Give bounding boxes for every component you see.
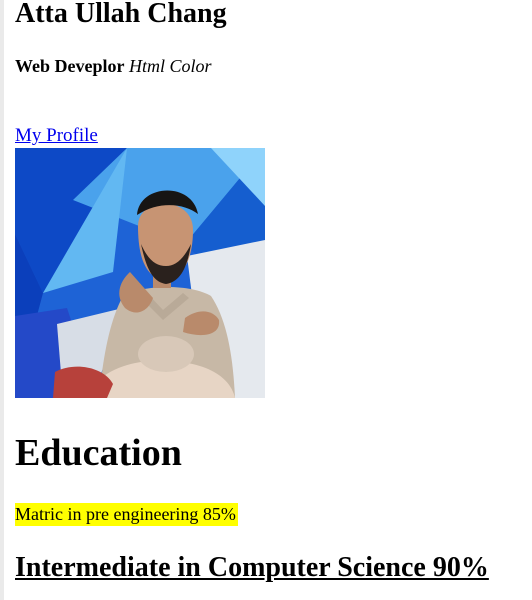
- profile-name: Atta Ullah Chang: [15, 0, 227, 29]
- profile-role: Web Deveplor: [15, 56, 125, 76]
- my-profile-link[interactable]: My Profile: [15, 125, 98, 147]
- matric-education-item: Matric in pre engineering 85%: [15, 503, 238, 526]
- education-heading: Education: [15, 432, 182, 474]
- intermediate-education-heading: Intermediate in Computer Science 90%: [15, 552, 489, 583]
- page-left-border: [0, 0, 4, 600]
- profile-role-line: Web Deveplor Html Color: [15, 55, 212, 77]
- profile-photo: [15, 148, 265, 398]
- profile-role-suffix: Html Color: [129, 56, 212, 76]
